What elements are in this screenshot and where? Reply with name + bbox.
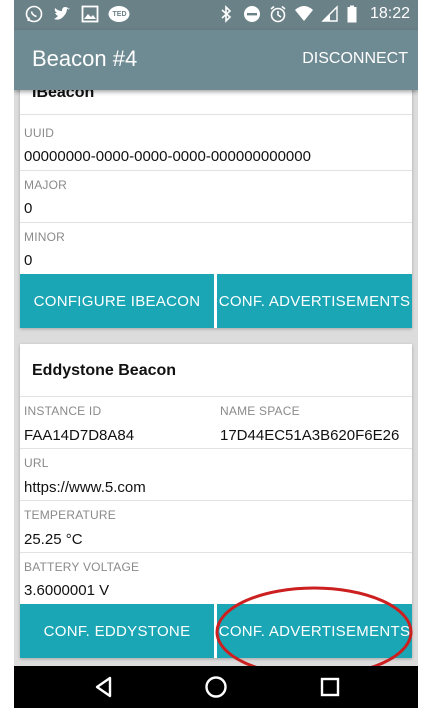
wifi-icon [294,4,314,24]
battery-icon [346,4,358,24]
divider [20,396,412,397]
navigation-bar [14,666,418,708]
uuid-label: UUID [24,126,55,140]
divider [20,500,412,501]
divider [20,114,412,115]
app-bar: Beacon #4 DISCONNECT [14,30,418,90]
battery-voltage-label: BATTERY VOLTAGE [24,560,140,574]
ibeacon-advertisements-button[interactable]: CONF. ADVERTISEMENTS [217,274,412,328]
signal-icon [320,4,340,24]
recents-icon[interactable] [318,675,342,699]
configure-eddystone-button[interactable]: CONF. EDDYSTONE [20,604,214,658]
url-value: https://www.5.com [24,479,146,496]
instance-id-label: INSTANCE ID [24,404,102,418]
phone-screen: TED 18:22 Beacon #4 DISCONNECT IBeacon U… [14,0,418,708]
do-not-disturb-icon [242,4,262,24]
instance-id-value: FAA14D7D8A84 [24,427,135,444]
ibeacon-card: IBeacon UUID 00000000-0000-0000-0000-000… [20,66,412,328]
minor-label: MINOR [24,230,65,244]
eddystone-title: Eddystone Beacon [32,362,177,379]
url-label: URL [24,456,49,470]
screenshot-frame: TED 18:22 Beacon #4 DISCONNECT IBeacon U… [0,0,432,708]
divider [20,552,412,553]
page-title: Beacon #4 [32,46,138,71]
alarm-icon [268,4,288,24]
eddystone-advertisements-button[interactable]: CONF. ADVERTISEMENTS [217,604,412,658]
major-value: 0 [24,200,33,217]
battery-voltage-value: 3.6000001 V [24,582,110,599]
home-icon[interactable] [204,675,228,699]
divider [20,222,412,223]
minor-value: 0 [24,252,33,269]
configure-ibeacon-button[interactable]: CONFIGURE IBEACON [20,274,214,328]
uuid-value: 00000000-0000-0000-0000-000000000000 [24,148,311,165]
status-time: 18:22 [369,5,410,22]
major-label: MAJOR [24,178,67,192]
ted-icon: TED [108,4,130,24]
ted-label: TED [112,10,127,18]
temperature-value: 25.25 °C [24,531,83,548]
name-space-value: 17D44EC51A3B620F6E26 [220,427,400,444]
disconnect-button[interactable]: DISCONNECT [302,50,408,68]
whatsapp-icon [24,4,44,24]
temperature-label: TEMPERATURE [24,508,116,522]
divider [20,170,412,171]
back-icon[interactable] [92,675,116,699]
status-bar: TED 18:22 [14,0,418,30]
bluetooth-icon [216,4,236,24]
name-space-label: NAME SPACE [220,404,300,418]
divider [20,448,412,449]
twitter-icon [52,4,72,24]
eddystone-card: Eddystone Beacon INSTANCE ID FAA14D7D8A8… [20,344,412,658]
image-icon [80,4,100,24]
